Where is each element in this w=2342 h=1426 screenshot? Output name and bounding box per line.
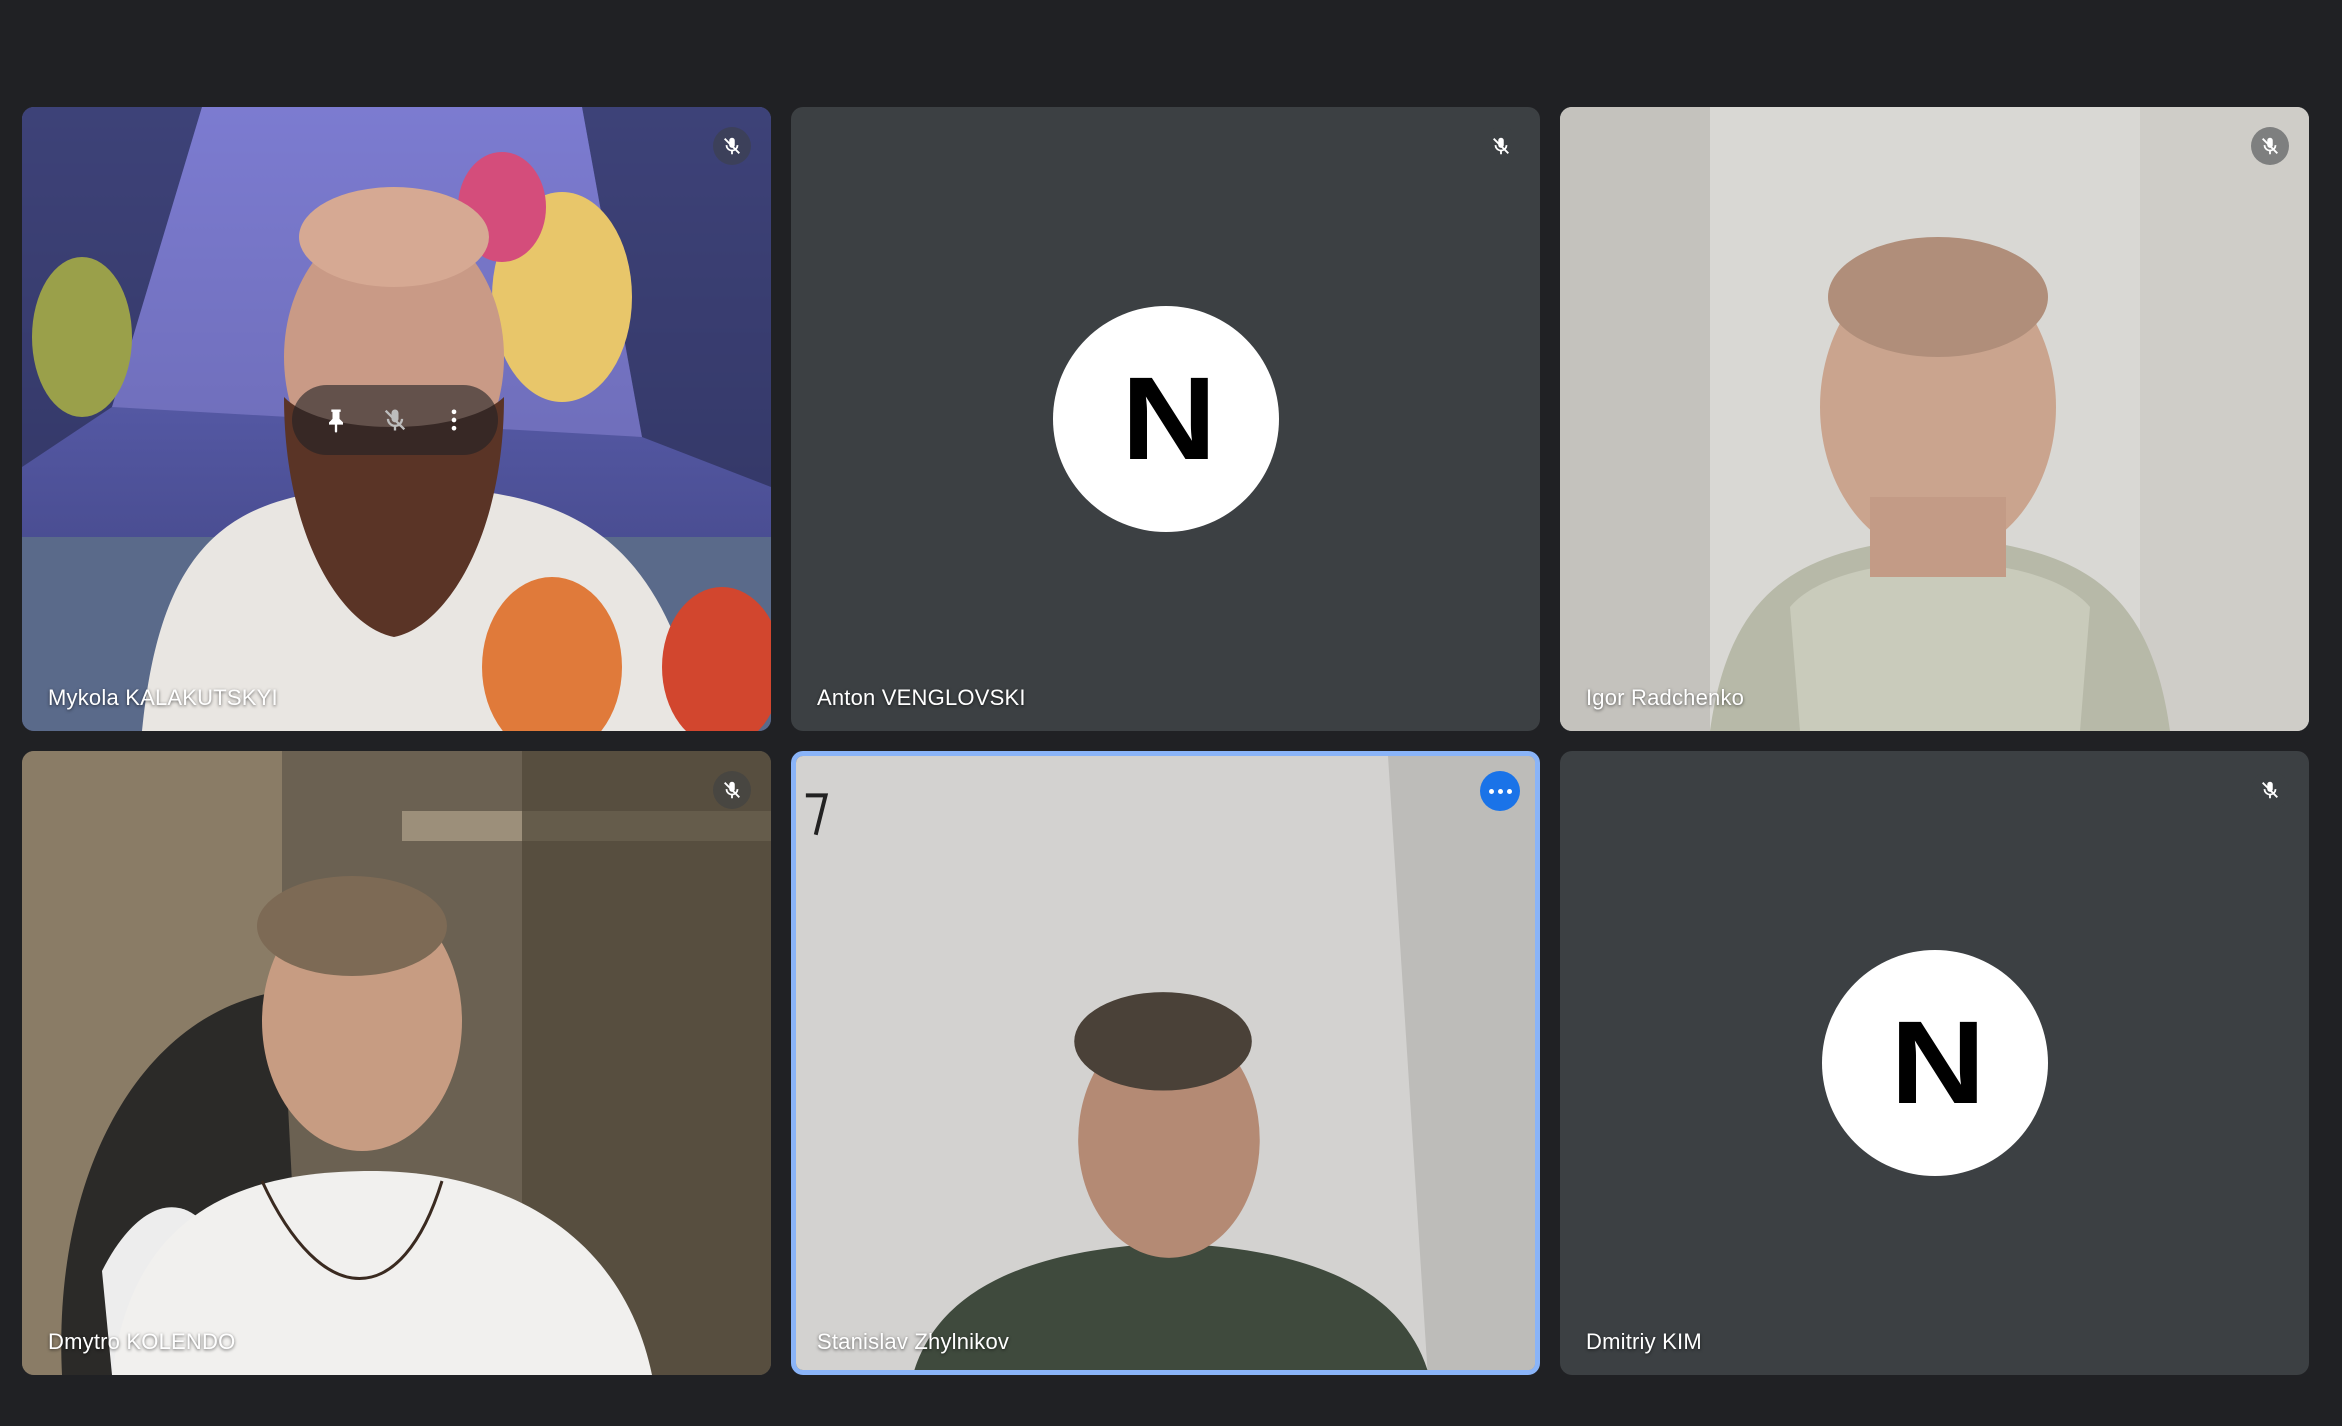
muted-indicator bbox=[2251, 771, 2289, 809]
avatar-mark: © bbox=[1196, 378, 1207, 394]
tile-hover-controls bbox=[292, 385, 498, 455]
participant-tile-dmitriy[interactable]: N © Dmitriy KIM bbox=[1560, 751, 2309, 1375]
mic-off-icon bbox=[1493, 137, 1509, 155]
muted-indicator bbox=[2251, 127, 2289, 165]
mic-off-icon bbox=[724, 137, 740, 155]
participant-name: Dmytro KOLENDO bbox=[48, 1329, 236, 1354]
mic-off-icon bbox=[384, 409, 406, 431]
pin-button[interactable] bbox=[314, 398, 358, 442]
more-vert-icon bbox=[451, 409, 457, 431]
participant-tile-dmytro[interactable]: Dmytro KOLENDO bbox=[22, 751, 771, 1375]
participant-name: Mykola KALAKUTSKYI bbox=[48, 685, 278, 710]
participant-video bbox=[1560, 107, 2309, 731]
participant-tile-igor[interactable]: Igor Radchenko bbox=[1560, 107, 2309, 731]
participant-name: Stanislav Zhylnikov bbox=[817, 1329, 1010, 1354]
participant-name: Anton VENGLOVSKI bbox=[817, 685, 1026, 710]
avatar-mark: © bbox=[1965, 1022, 1976, 1038]
muted-indicator bbox=[713, 127, 751, 165]
meeting-grid: Mykola KALAKUTSKYI N © Anton VENGLOVSKI bbox=[0, 0, 2342, 1426]
mic-off-icon bbox=[2262, 137, 2278, 155]
participant-video bbox=[22, 751, 771, 1375]
avatar: N © bbox=[1821, 950, 2048, 1176]
speaking-indicator[interactable] bbox=[1480, 771, 1520, 811]
muted-indicator bbox=[1482, 127, 1520, 165]
mic-off-icon bbox=[2262, 781, 2278, 799]
avatar: N © bbox=[1052, 306, 1279, 532]
pin-icon bbox=[328, 409, 343, 433]
more-options-button[interactable] bbox=[432, 398, 476, 442]
avatar-letter: N bbox=[1121, 353, 1216, 485]
participant-name: Igor Radchenko bbox=[1586, 685, 1745, 710]
participant-name: Dmitriy KIM bbox=[1586, 1329, 1702, 1354]
more-horiz-icon bbox=[1488, 788, 1494, 794]
avatar-letter: N bbox=[1890, 997, 1985, 1129]
mute-participant-button[interactable] bbox=[373, 398, 417, 442]
mic-off-icon bbox=[724, 781, 740, 799]
participant-tile-mykola[interactable]: Mykola KALAKUTSKYI bbox=[22, 107, 771, 731]
participant-video bbox=[796, 756, 1535, 1370]
participant-tile-stanislav[interactable]: Stanislav Zhylnikov bbox=[791, 751, 1540, 1375]
participant-tile-anton[interactable]: N © Anton VENGLOVSKI bbox=[791, 107, 1540, 731]
muted-indicator bbox=[713, 771, 751, 809]
